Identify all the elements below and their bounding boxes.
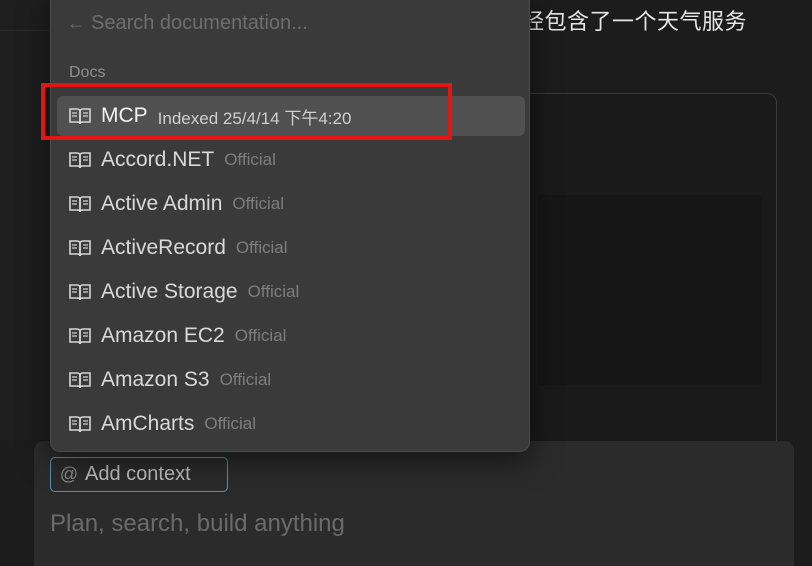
docs-list-item[interactable]: Amazon S3 Official	[57, 360, 525, 400]
docs-search-row: ←	[67, 9, 471, 37]
book-open-icon	[69, 371, 91, 389]
docs-item-name: ActiveRecord	[101, 236, 226, 259]
section-label-docs: Docs	[69, 64, 106, 81]
docs-list-item[interactable]: Active Storage Official	[57, 272, 525, 312]
docs-item-meta: Official	[234, 326, 287, 345]
docs-search-input[interactable]	[91, 11, 471, 35]
docs-item-name: Accord.NET	[101, 148, 215, 171]
docs-item-name: MCP	[101, 104, 148, 127]
docs-list: MCP Indexed 25/4/14 下午4:20 Accord.NET Offic…	[57, 96, 525, 448]
docs-item-meta: Official	[235, 238, 288, 257]
docs-item-meta: Official	[224, 150, 276, 169]
docs-item-meta: Indexed 25/4/14 下午4:20	[157, 108, 352, 128]
docs-list-item[interactable]: AmCharts Official	[57, 404, 525, 444]
chat-input[interactable]	[50, 508, 750, 540]
docs-item-name: Amazon EC2	[101, 324, 225, 347]
add-context-label: Add context	[85, 463, 191, 485]
app-window: 经包含了一个天气服务 @ Add context ← Docs MCP Index…	[0, 0, 812, 566]
book-open-icon	[69, 415, 91, 433]
book-open-icon	[69, 195, 91, 213]
docs-item-name: AmCharts	[101, 412, 195, 435]
docs-list-item[interactable]: Amazon EC2 Official	[57, 316, 525, 356]
divider	[0, 30, 50, 31]
book-open-icon	[69, 151, 91, 169]
docs-item-meta: Official	[219, 370, 272, 389]
docs-item-name: Amazon S3	[101, 368, 210, 391]
add-context-button[interactable]: @ Add context	[50, 457, 228, 492]
book-open-icon	[69, 239, 91, 257]
docs-item-name: Active Admin	[101, 192, 223, 215]
code-card-content	[538, 195, 762, 385]
docs-item-name: Active Storage	[101, 280, 238, 303]
book-open-icon	[69, 107, 91, 125]
docs-dropdown: ← Docs MCP Indexed 25/4/14 下午4:20 Accord.N…	[50, 0, 530, 452]
editor-side-strip	[0, 0, 50, 440]
docs-list-item[interactable]: MCP Indexed 25/4/14 下午4:20	[57, 96, 525, 136]
docs-item-meta: Official	[247, 282, 300, 301]
book-open-icon	[69, 283, 91, 301]
arrow-left-icon[interactable]: ←	[67, 13, 85, 34]
docs-item-meta: Official	[204, 414, 257, 433]
docs-list-item[interactable]: ActiveRecord Official	[57, 228, 525, 268]
book-open-icon	[69, 327, 91, 345]
docs-list-item[interactable]: Active Admin Official	[57, 184, 525, 224]
docs-item-meta: Official	[232, 194, 285, 213]
at-sign-icon: @	[59, 464, 79, 484]
chat-message-text: 经包含了一个天气服务	[522, 10, 748, 35]
docs-list-item[interactable]: Accord.NET Official	[57, 140, 525, 180]
